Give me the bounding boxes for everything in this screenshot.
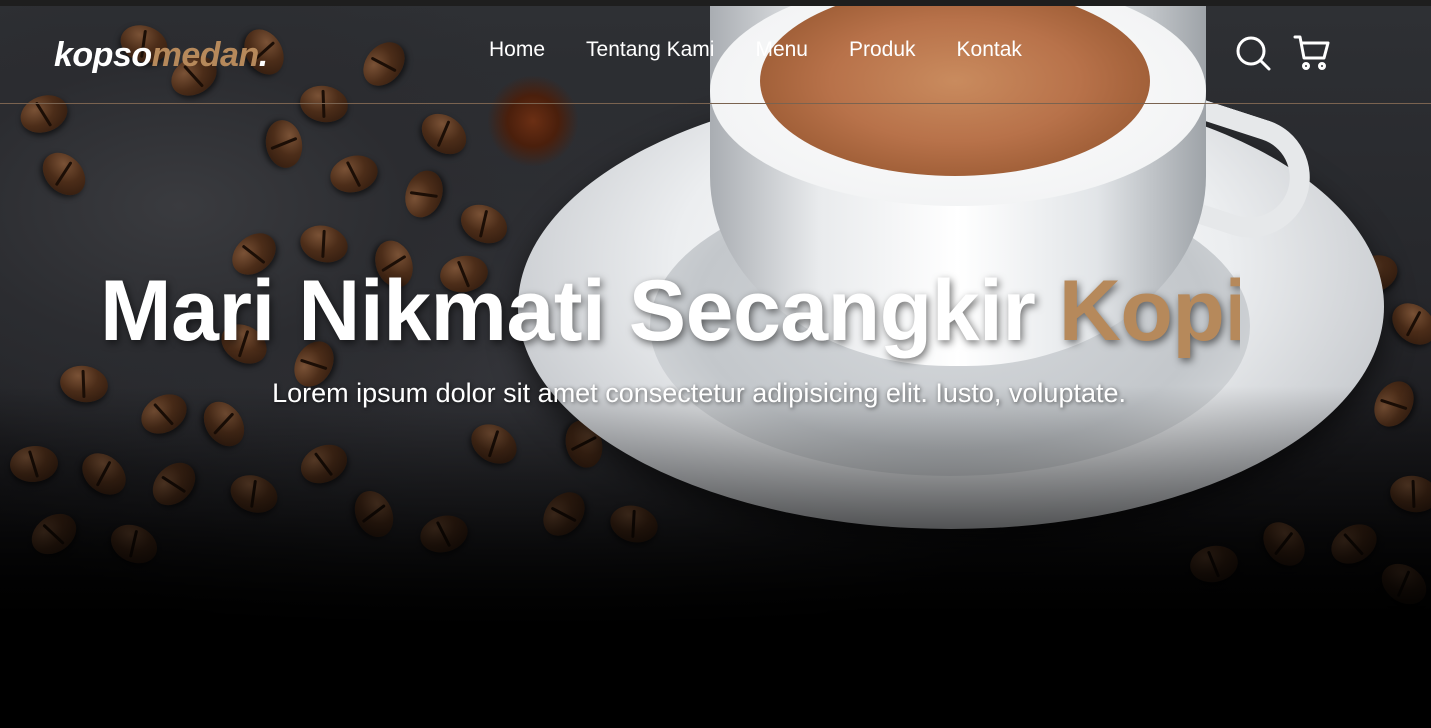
search-button[interactable] xyxy=(1234,34,1272,72)
shopping-cart-icon xyxy=(1293,35,1330,70)
hero-title: Mari Nikmati Secangkir Kopi xyxy=(100,262,1240,361)
search-icon xyxy=(1236,36,1271,71)
nav-link-menu[interactable]: Menu xyxy=(755,38,808,62)
brand-name-dot: . xyxy=(258,36,268,74)
nav-link-kontak[interactable]: Kontak xyxy=(957,38,1022,62)
hero-content: Mari Nikmati Secangkir Kopi Lorem ipsum … xyxy=(100,262,1240,462)
brand-name-main: kopso xyxy=(54,36,152,74)
brand-name-accent: medan xyxy=(151,36,260,74)
nav-link-tentang-kami[interactable]: Tentang Kami xyxy=(586,38,714,62)
hero-subtitle: Lorem ipsum dolor sit amet consectetur a… xyxy=(272,378,1126,408)
brand-logo[interactable]: kopsomedan. xyxy=(54,36,268,75)
cart-button[interactable] xyxy=(1293,34,1331,72)
hero-title-accent: Kopi xyxy=(1058,263,1240,359)
nav-links: Home Tentang Kami Menu Produk Kontak xyxy=(489,38,1063,62)
nav-link-produk[interactable]: Produk xyxy=(849,38,916,62)
hero-title-main: Mari Nikmati Secangkir xyxy=(100,263,1059,359)
navbar: kopsomedan. Home Tentang Kami Menu Produ… xyxy=(0,6,1431,104)
nav-link-home[interactable]: Home xyxy=(489,38,545,62)
